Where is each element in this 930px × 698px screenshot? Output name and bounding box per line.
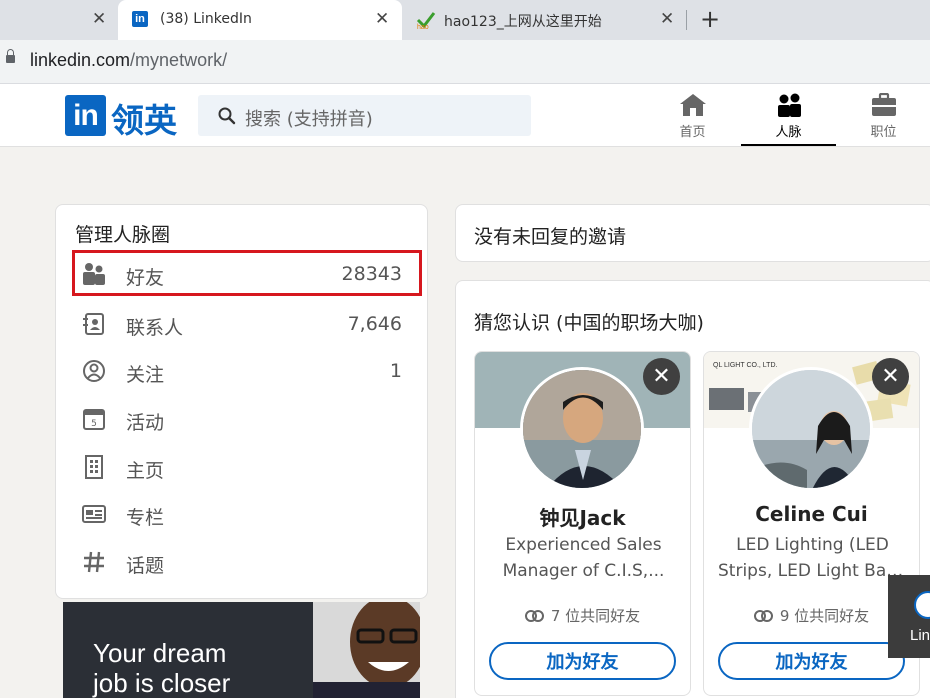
browser-tab-blank[interactable]: ✕ — [0, 0, 118, 40]
nav-label: 职位 — [870, 125, 897, 140]
manage-item-label: 关注 — [126, 364, 165, 386]
messaging-label: Lin — [910, 627, 930, 644]
manage-item-label: 好友 — [126, 267, 165, 289]
calendar-icon: 5 — [82, 407, 106, 431]
manage-item-label: 专栏 — [126, 507, 165, 529]
manage-item-label: 主页 — [126, 460, 165, 482]
connect-button[interactable]: 加为好友 — [489, 642, 676, 680]
manage-item-hashtags[interactable]: 话题 — [72, 538, 422, 584]
linkedin-logo-icon[interactable]: in — [65, 95, 106, 136]
person-card[interactable]: ✕ 钟见Jack Experienced Sales Manager of C.… — [474, 351, 691, 696]
mutual-connections[interactable]: 7 位共同好友 — [475, 605, 690, 626]
ad-text-line: job is closer — [93, 668, 231, 698]
url-path: /mynetwork/ — [130, 50, 228, 70]
svg-text:5: 5 — [91, 419, 97, 429]
mutual-count: 9 位共同好友 — [779, 607, 870, 625]
tab-separator — [686, 10, 687, 30]
browser-tab-bar: ✕ in (38) LinkedIn ✕ hao hao123_上网从这里开始 … — [0, 0, 930, 40]
search-placeholder: 搜索 (支持拼音) — [245, 109, 373, 130]
tab-title: hao123_上网从这里开始 — [444, 14, 602, 30]
no-invitations-text: 没有未回复的邀请 — [474, 226, 627, 248]
manage-item-count: 28343 — [341, 263, 402, 285]
pymk-title: 猜您认识 (中国的职场大咖) — [474, 312, 704, 334]
new-tab-button[interactable]: + — [700, 5, 720, 33]
manage-item-count: 1 — [389, 360, 402, 382]
manage-item-following[interactable]: 关注 1 — [72, 347, 422, 393]
browser-tab-linkedin[interactable]: in (38) LinkedIn ✕ — [118, 0, 402, 40]
browser-tab-hao123[interactable]: hao hao123_上网从这里开始 ✕ — [402, 0, 686, 40]
headline-line: Experienced Sales — [505, 535, 662, 555]
tab-close-icon[interactable]: ✕ — [92, 9, 106, 29]
mutual-connections-icon — [753, 609, 773, 622]
manage-item-connections[interactable]: 好友 28343 — [72, 250, 422, 296]
messaging-widget[interactable]: Lin — [888, 575, 930, 658]
nav-label: 人脉 — [775, 125, 802, 140]
linkedin-logo-text[interactable]: 领英 — [111, 94, 177, 142]
tab-close-icon[interactable]: ✕ — [660, 9, 674, 29]
hao123-favicon-icon: hao — [416, 10, 436, 34]
url-text[interactable]: linkedin.com/mynetwork/ — [30, 50, 227, 71]
job-ad-banner[interactable]: Your dream job is closer — [63, 602, 420, 698]
svg-text:hao: hao — [417, 24, 429, 30]
manage-item-events[interactable]: 5 活动 — [72, 395, 422, 441]
manage-item-count: 7,646 — [347, 313, 402, 335]
contacts-icon — [82, 312, 106, 336]
ad-text-line: Your dream — [93, 638, 227, 668]
dismiss-icon[interactable]: ✕ — [643, 358, 680, 395]
avatar — [749, 367, 873, 491]
person-headline: LED Lighting (LED Strips, LED Light Bar.… — [718, 532, 907, 584]
mutual-connections-icon — [524, 609, 544, 622]
search-icon — [218, 107, 236, 129]
manage-item-newsletters[interactable]: 专栏 — [72, 490, 422, 536]
connections-icon — [82, 262, 106, 286]
headline-line: Manager of C.I.S,... — [502, 561, 665, 581]
nav-network[interactable]: 人脉 — [741, 92, 836, 146]
linkedin-messaging-icon — [914, 591, 930, 619]
tab-close-icon[interactable]: ✕ — [375, 9, 389, 29]
banner-company-text: QL LIGHT CO., LTD. — [713, 362, 777, 369]
following-icon — [82, 359, 106, 383]
briefcase-icon — [836, 92, 930, 118]
headline-line: Strips, LED Light Bar... — [718, 561, 907, 581]
url-host: linkedin.com — [30, 50, 131, 70]
mutual-count: 7 位共同好友 — [550, 607, 641, 625]
mutual-connections[interactable]: 9 位共同好友 — [704, 605, 919, 626]
connect-button[interactable]: 加为好友 — [718, 642, 905, 680]
linkedin-favicon-icon: in — [132, 11, 148, 27]
lock-icon — [6, 49, 15, 63]
manage-item-label: 活动 — [126, 412, 165, 434]
person-headline: Experienced Sales Manager of C.I.S,... — [489, 532, 678, 584]
newspaper-icon — [82, 502, 106, 526]
building-icon — [82, 455, 106, 479]
people-icon — [741, 92, 836, 118]
dismiss-icon[interactable]: ✕ — [872, 358, 909, 395]
nav-home[interactable]: 首页 — [645, 92, 740, 146]
avatar — [520, 367, 644, 491]
manage-network-title: 管理人脉圈 — [75, 224, 171, 246]
manage-item-label: 话题 — [126, 555, 165, 577]
person-name[interactable]: 钟见Jack — [475, 502, 690, 531]
home-icon — [645, 92, 740, 118]
manage-item-label: 联系人 — [126, 317, 184, 339]
ad-text: Your dream job is closer — [93, 638, 230, 698]
ad-person-image — [313, 602, 420, 698]
tab-title: (38) LinkedIn — [160, 11, 252, 27]
nav-jobs[interactable]: 职位 — [836, 92, 930, 146]
manage-item-pages[interactable]: 主页 — [72, 443, 422, 489]
headline-line: LED Lighting (LED — [736, 535, 889, 555]
nav-label: 首页 — [679, 125, 706, 140]
manage-item-contacts[interactable]: 联系人 7,646 — [72, 300, 422, 346]
hashtag-icon — [82, 550, 106, 574]
person-name[interactable]: Celine Cui — [704, 502, 919, 526]
